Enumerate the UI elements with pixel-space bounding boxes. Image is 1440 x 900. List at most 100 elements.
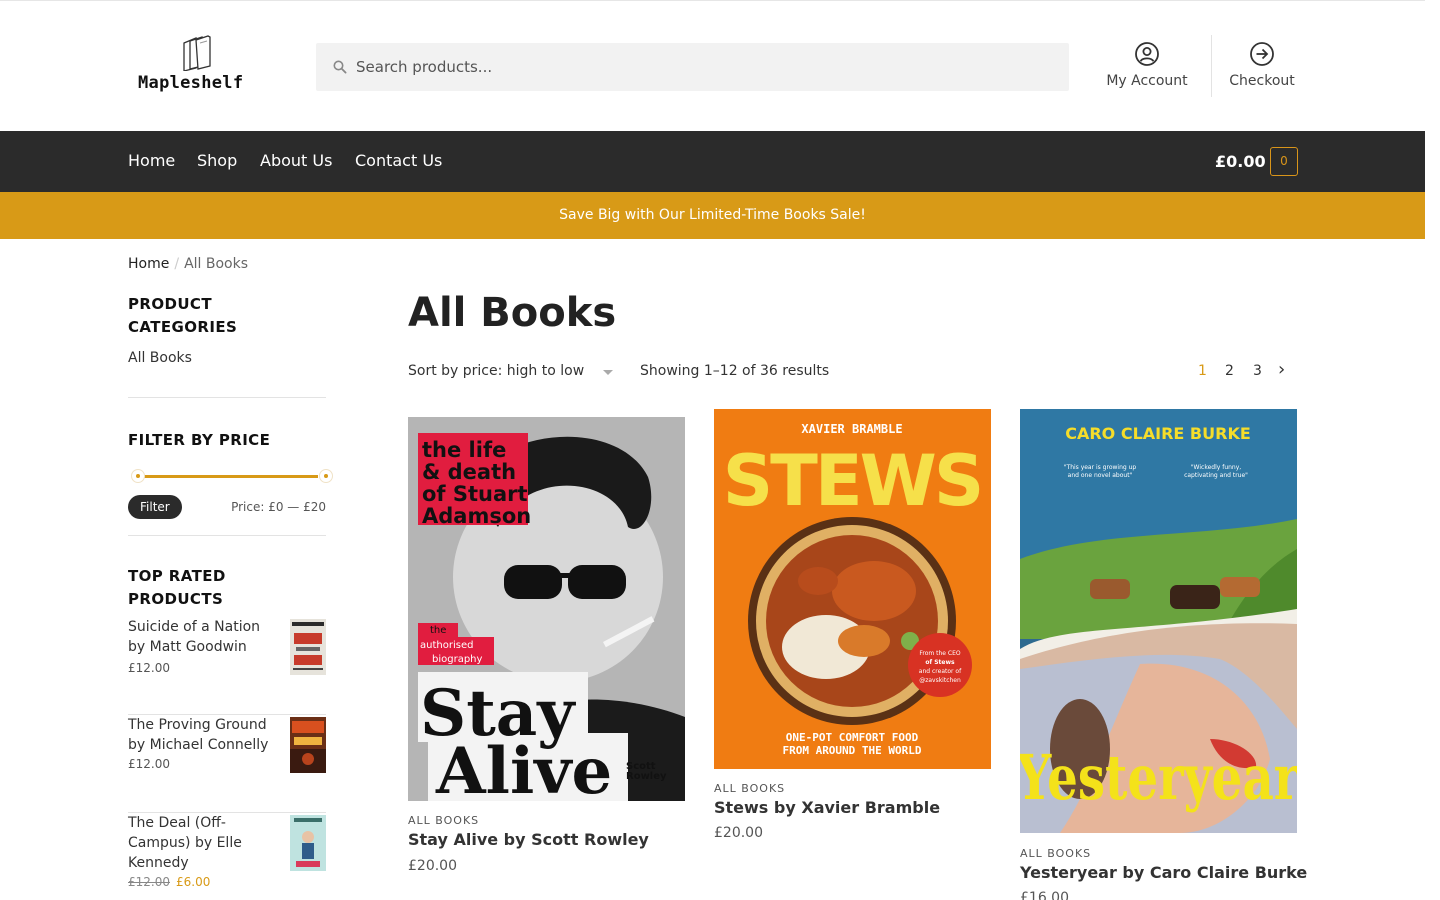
svg-text:the: the	[430, 625, 446, 636]
filter-button[interactable]: Filter	[128, 495, 182, 519]
sale-banner-text: Save Big with Our Limited-Time Books Sal…	[559, 207, 866, 223]
my-account-link[interactable]: My Account	[1098, 41, 1196, 101]
svg-text:authorised: authorised	[420, 640, 473, 651]
product-cover-image[interactable]: the life & death of Stuart Adamson the a…	[408, 417, 685, 801]
top-rated-item-price: £12.00 £6.00	[128, 875, 210, 889]
svg-text:of Stuart: of Stuart	[422, 482, 528, 506]
page-3[interactable]: 3	[1253, 363, 1262, 379]
product-category: ALL BOOKS	[714, 782, 786, 795]
product-title[interactable]: Yesteryear by Caro Claire Burke	[1020, 863, 1307, 882]
product-price: £20.00	[714, 825, 763, 841]
top-rated-item-price: £12.00	[128, 757, 170, 771]
product-price: £16.00	[1020, 890, 1069, 900]
svg-text:Adamson: Adamson	[422, 504, 531, 528]
svg-text:Rowley: Rowley	[626, 771, 667, 782]
svg-text:FROM AROUND THE WORLD: FROM AROUND THE WORLD	[782, 744, 921, 757]
old-price: £12.00	[128, 875, 170, 889]
svg-text:and creator of: and creator of	[919, 668, 962, 675]
next-page-icon[interactable]: ›	[1278, 359, 1285, 380]
product-category: ALL BOOKS	[1020, 847, 1092, 860]
price-max-handle[interactable]	[319, 469, 333, 483]
book-thumbnail[interactable]	[290, 717, 326, 773]
price-range-track	[138, 475, 318, 478]
page-1[interactable]: 1	[1198, 363, 1207, 379]
top-rated-item-title[interactable]: Suicide of a Nation by Matt Goodwin	[128, 617, 278, 657]
search-icon	[333, 60, 347, 74]
svg-text:"This year is growing up: "This year is growing up	[1064, 464, 1137, 471]
filter-row: Filter Price: £0 — £20	[128, 495, 326, 521]
top-rated-item-price: £12.00	[128, 661, 170, 675]
price-range-label: Price: £0 — £20	[231, 500, 326, 514]
breadcrumb: Home / All Books	[128, 256, 248, 272]
category-link-all-books[interactable]: All Books	[128, 350, 326, 366]
checkout-label: Checkout	[1229, 73, 1295, 89]
site-logo[interactable]: Mapleshelf	[138, 35, 260, 97]
top-rated-item: The Deal (Off-Campus) by Elle Kennedy £1…	[128, 813, 326, 900]
site-header: Mapleshelf My Account Checkout	[0, 1, 1425, 131]
top-rated-item-title[interactable]: The Proving Ground by Michael Connelly	[128, 715, 278, 755]
product-search	[316, 43, 1069, 91]
svg-text:Yesteryear: Yesteryear	[1020, 742, 1297, 814]
top-rated-item: The Proving Ground by Michael Connelly £…	[128, 715, 326, 813]
svg-text:@zavskitchen: @zavskitchen	[919, 677, 961, 684]
top-rated-list: Suicide of a Nation by Matt Goodwin £12.…	[128, 617, 326, 900]
product-title[interactable]: Stews by Xavier Bramble	[714, 798, 940, 817]
svg-text:of Stews: of Stews	[925, 659, 955, 666]
cart-total[interactable]: £0.00	[1215, 152, 1266, 171]
primary-navigation: Home Shop About Us Contact Us £0.00 0	[0, 131, 1425, 192]
breadcrumb-separator: /	[174, 256, 180, 272]
categories-title: PRODUCT CATEGORIES	[128, 295, 238, 336]
book-thumbnail[interactable]	[290, 619, 326, 675]
svg-text:From the CEO: From the CEO	[919, 650, 961, 657]
product-category: ALL BOOKS	[408, 814, 480, 827]
price-range-slider	[128, 466, 333, 486]
nav-item-shop[interactable]: Shop	[197, 151, 237, 170]
svg-text:Alive: Alive	[435, 734, 612, 801]
book-thumbnail[interactable]	[290, 815, 326, 871]
price-value: £12.00	[128, 661, 170, 675]
divider	[128, 397, 326, 398]
svg-text:& death: & death	[422, 460, 516, 484]
page-2[interactable]: 2	[1225, 363, 1234, 379]
price-min-handle[interactable]	[131, 469, 145, 483]
top-rated-title: TOP RATED PRODUCTS	[128, 567, 226, 608]
sale-price: £6.00	[176, 875, 211, 889]
brand-name: Mapleshelf	[138, 73, 244, 93]
search-input[interactable]	[356, 43, 1056, 91]
shop-sidebar: PRODUCT CATEGORIES All Books FILTER BY P…	[128, 293, 333, 900]
cart-count-badge[interactable]: 0	[1270, 147, 1298, 176]
svg-text:CARO CLAIRE BURKE: CARO CLAIRE BURKE	[1065, 424, 1251, 443]
filter-price-title: FILTER BY PRICE	[128, 431, 271, 449]
chevron-down-icon[interactable]	[603, 370, 613, 375]
svg-text:XAVIER BRAMBLE: XAVIER BRAMBLE	[801, 422, 902, 436]
sort-select[interactable]: Sort by price: high to low	[408, 363, 584, 379]
product-cover-image[interactable]: XAVIER BRAMBLE STEWS From the CEO of Ste…	[714, 409, 991, 769]
nav-item-contact[interactable]: Contact Us	[355, 151, 442, 170]
page-title: All Books	[408, 290, 617, 336]
svg-text:ONE-POT COMFORT FOOD: ONE-POT COMFORT FOOD	[786, 731, 919, 744]
product-title[interactable]: Stay Alive by Scott Rowley	[408, 830, 649, 849]
nav-item-about[interactable]: About Us	[260, 151, 332, 170]
sale-banner: Save Big with Our Limited-Time Books Sal…	[0, 192, 1425, 239]
divider	[128, 535, 326, 536]
header-divider	[1211, 35, 1212, 97]
checkout-link[interactable]: Checkout	[1222, 41, 1302, 101]
book-icon	[183, 35, 211, 71]
svg-text:captivating and true": captivating and true"	[1184, 472, 1248, 479]
top-rated-item-title[interactable]: The Deal (Off-Campus) by Elle Kennedy	[128, 813, 278, 873]
product-price: £20.00	[408, 858, 457, 874]
nav-item-home[interactable]: Home	[128, 151, 175, 170]
svg-text:and one novel about": and one novel about"	[1068, 472, 1133, 479]
my-account-label: My Account	[1106, 73, 1188, 89]
svg-text:STEWS: STEWS	[723, 440, 982, 522]
cover-top-text: the life	[422, 438, 506, 462]
breadcrumb-home[interactable]: Home	[128, 256, 169, 272]
price-value: £12.00	[128, 757, 170, 771]
result-count: Showing 1–12 of 36 results	[640, 363, 830, 379]
svg-text:"Wickedly funny,: "Wickedly funny,	[1191, 464, 1241, 471]
breadcrumb-current: All Books	[184, 256, 249, 272]
product-cover-image[interactable]: CARO CLAIRE BURKE "This year is growing …	[1020, 409, 1297, 833]
svg-text:biography: biography	[432, 654, 483, 665]
top-rated-item: Suicide of a Nation by Matt Goodwin £12.…	[128, 617, 326, 715]
arrow-circle-right-icon	[1250, 42, 1274, 66]
